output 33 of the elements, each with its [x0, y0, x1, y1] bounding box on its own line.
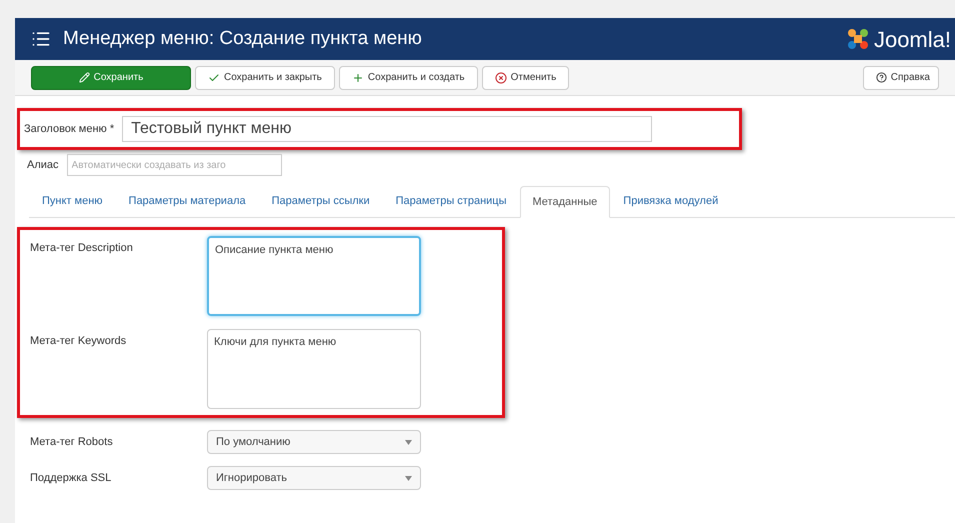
- check-icon: [208, 72, 220, 84]
- cancel-icon: [494, 72, 507, 84]
- field-label: Мета-тег Keywords: [30, 334, 128, 349]
- toolbar-button[interactable]: Отменить: [482, 66, 570, 90]
- alias-field[interactable]: Автоматически создавать из заго: [66, 154, 282, 176]
- logo-icon: [846, 27, 870, 51]
- toolbar-button[interactable]: Сохранить и закрыть: [195, 66, 335, 90]
- edit-icon: [78, 72, 90, 83]
- dropdown-arrow-icon: [405, 440, 412, 444]
- text-area[interactable]: Описание пункта меню: [207, 236, 421, 316]
- toolbar-button[interactable]: Сохранить: [31, 66, 191, 90]
- tab[interactable]: Параметры ссылки: [258, 185, 383, 217]
- select-dropdown[interactable]: Игнорировать: [207, 466, 421, 490]
- field-label: Алиас: [27, 158, 59, 173]
- field-label: Мета-тег Robots: [30, 434, 114, 450]
- title-field[interactable]: Тестовый пункт меню: [122, 116, 652, 142]
- help-icon: [876, 72, 887, 83]
- tab[interactable]: Параметры страницы: [382, 185, 520, 217]
- page-title: Менеджер меню: Создание пункта меню: [63, 26, 422, 51]
- select-dropdown[interactable]: По умолчанию: [207, 430, 421, 454]
- text-area[interactable]: Ключи для пункта меню: [207, 329, 421, 409]
- field-label: Мета-тег Description: [30, 241, 134, 256]
- tab[interactable]: Привязка модулей: [610, 185, 732, 217]
- help-button[interactable]: Справка: [862, 66, 939, 90]
- dropdown-arrow-icon: [405, 476, 412, 480]
- plus-icon: [352, 72, 364, 84]
- field-label: Поддержка SSL: [30, 470, 112, 486]
- toolbar-button[interactable]: Сохранить и создать: [338, 66, 478, 90]
- tab[interactable]: Параметры материала: [116, 185, 259, 217]
- logo-text: Joomla!: [874, 26, 951, 54]
- tab[interactable]: Метаданные: [520, 186, 610, 218]
- tab[interactable]: Пункт меню: [29, 185, 116, 217]
- field-label: Заголовок меню *: [24, 122, 114, 137]
